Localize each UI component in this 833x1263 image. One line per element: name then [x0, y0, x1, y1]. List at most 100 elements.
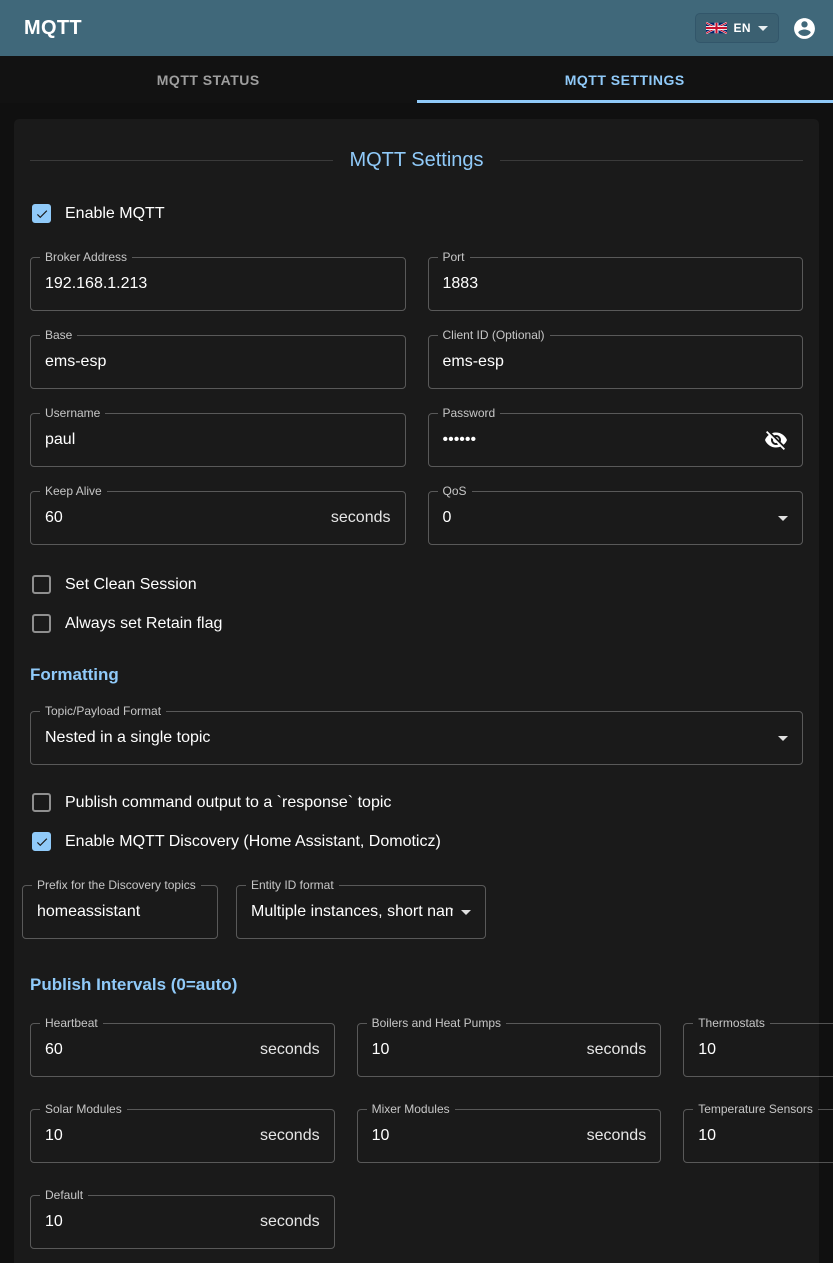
- heartbeat-label: Heartbeat: [40, 1016, 103, 1030]
- unit-label: seconds: [587, 1127, 647, 1145]
- temperature-label: Temperature Sensors: [693, 1102, 818, 1116]
- discovery-prefix-input[interactable]: [37, 903, 203, 921]
- enable-mqtt-checkbox-row[interactable]: Enable MQTT: [32, 204, 803, 223]
- default-input[interactable]: [45, 1213, 252, 1231]
- dropdown-arrow-icon: [778, 516, 788, 521]
- client-id-field[interactable]: Client ID (Optional): [428, 335, 804, 389]
- intervals-grid: Heartbeat seconds Boilers and Heat Pumps…: [30, 1023, 803, 1249]
- entity-format-label: Entity ID format: [246, 878, 339, 892]
- mixer-label: Mixer Modules: [367, 1102, 455, 1116]
- port-label: Port: [438, 250, 470, 264]
- mixer-interval-field[interactable]: Mixer Modules seconds: [357, 1109, 662, 1163]
- dropdown-arrow-icon: [778, 736, 788, 741]
- appbar-actions: EN: [695, 13, 817, 43]
- base-input[interactable]: [45, 353, 391, 371]
- settings-card: MQTT Settings Enable MQTT Broker Address…: [14, 119, 819, 1263]
- qos-label: QoS: [438, 484, 472, 498]
- tab-bar: MQTT STATUS MQTT SETTINGS: [0, 56, 833, 103]
- entity-format-select[interactable]: Entity ID format: [236, 885, 486, 939]
- keep-alive-input[interactable]: [45, 509, 323, 527]
- thermostats-interval-field[interactable]: Thermostats seconds: [683, 1023, 833, 1077]
- password-label: Password: [438, 406, 501, 420]
- heartbeat-input[interactable]: [45, 1041, 252, 1059]
- boilers-input[interactable]: [372, 1041, 579, 1059]
- discovery-prefix-field[interactable]: Prefix for the Discovery topics: [22, 885, 218, 939]
- account-icon[interactable]: [791, 15, 817, 41]
- app-bar: MQTT EN: [0, 0, 833, 56]
- enable-mqtt-label: Enable MQTT: [65, 205, 165, 223]
- divider: [30, 160, 333, 161]
- solar-label: Solar Modules: [40, 1102, 127, 1116]
- heartbeat-interval-field[interactable]: Heartbeat seconds: [30, 1023, 335, 1077]
- temperature-interval-field[interactable]: Temperature Sensors seconds: [683, 1109, 833, 1163]
- language-selector[interactable]: EN: [695, 13, 779, 43]
- unit-label: seconds: [587, 1041, 647, 1059]
- keep-alive-label: Keep Alive: [40, 484, 107, 498]
- clean-session-label: Set Clean Session: [65, 576, 197, 594]
- port-field[interactable]: Port: [428, 257, 804, 311]
- retain-flag-checkbox[interactable]: [32, 614, 51, 633]
- intervals-heading: Publish Intervals (0=auto): [30, 975, 803, 995]
- unit-label: seconds: [260, 1213, 320, 1231]
- enable-mqtt-checkbox[interactable]: [32, 204, 51, 223]
- password-input[interactable]: [443, 431, 757, 449]
- discovery-checkbox-row[interactable]: Enable MQTT Discovery (Home Assistant, D…: [32, 832, 803, 851]
- keep-alive-unit: seconds: [331, 509, 391, 527]
- topic-format-label: Topic/Payload Format: [40, 704, 166, 718]
- settings-heading: MQTT Settings: [349, 149, 483, 172]
- broker-address-field[interactable]: Broker Address: [30, 257, 406, 311]
- username-label: Username: [40, 406, 105, 420]
- port-input[interactable]: [443, 275, 789, 293]
- response-topic-label: Publish command output to a `response` t…: [65, 794, 391, 812]
- formatting-heading: Formatting: [30, 665, 803, 685]
- mixer-input[interactable]: [372, 1127, 579, 1145]
- client-id-input[interactable]: [443, 353, 789, 371]
- response-topic-checkbox[interactable]: [32, 793, 51, 812]
- unit-label: seconds: [260, 1041, 320, 1059]
- chevron-down-icon: [758, 26, 768, 31]
- discovery-fields: Prefix for the Discovery topics Entity I…: [22, 885, 803, 939]
- username-input[interactable]: [45, 431, 391, 449]
- solar-input[interactable]: [45, 1127, 252, 1145]
- password-field[interactable]: Password: [428, 413, 804, 467]
- discovery-prefix-label: Prefix for the Discovery topics: [32, 878, 201, 892]
- entity-format-value[interactable]: [251, 903, 453, 921]
- topic-format-select[interactable]: Topic/Payload Format: [30, 711, 803, 765]
- base-label: Base: [40, 328, 77, 342]
- unit-label: seconds: [260, 1127, 320, 1145]
- tab-mqtt-status[interactable]: MQTT STATUS: [0, 56, 417, 103]
- base-field[interactable]: Base: [30, 335, 406, 389]
- response-topic-checkbox-row[interactable]: Publish command output to a `response` t…: [32, 793, 803, 812]
- section-title: MQTT Settings: [30, 149, 803, 172]
- dropdown-arrow-icon: [461, 910, 471, 915]
- solar-interval-field[interactable]: Solar Modules seconds: [30, 1109, 335, 1163]
- default-label: Default: [40, 1188, 88, 1202]
- boilers-label: Boilers and Heat Pumps: [367, 1016, 506, 1030]
- broker-address-input[interactable]: [45, 275, 391, 293]
- page-title: MQTT: [24, 17, 82, 40]
- discovery-label: Enable MQTT Discovery (Home Assistant, D…: [65, 833, 441, 851]
- clean-session-checkbox[interactable]: [32, 575, 51, 594]
- tab-mqtt-settings[interactable]: MQTT SETTINGS: [417, 56, 833, 103]
- qos-value[interactable]: [443, 509, 771, 527]
- boilers-interval-field[interactable]: Boilers and Heat Pumps seconds: [357, 1023, 662, 1077]
- qos-select[interactable]: QoS: [428, 491, 804, 545]
- broker-address-label: Broker Address: [40, 250, 132, 264]
- client-id-label: Client ID (Optional): [438, 328, 550, 342]
- thermostats-input[interactable]: [698, 1041, 833, 1059]
- default-interval-field[interactable]: Default seconds: [30, 1195, 335, 1249]
- retain-flag-label: Always set Retain flag: [65, 615, 222, 633]
- clean-session-checkbox-row[interactable]: Set Clean Session: [32, 575, 803, 594]
- divider: [500, 160, 803, 161]
- keep-alive-field[interactable]: Keep Alive seconds: [30, 491, 406, 545]
- connection-fields: Broker Address Port Base Client ID (Opti…: [30, 257, 803, 545]
- retain-flag-checkbox-row[interactable]: Always set Retain flag: [32, 614, 803, 633]
- visibility-off-icon[interactable]: [764, 428, 788, 452]
- topic-format-value[interactable]: [45, 729, 770, 747]
- username-field[interactable]: Username: [30, 413, 406, 467]
- language-code: EN: [734, 21, 751, 35]
- uk-flag-icon: [706, 22, 727, 34]
- thermostats-label: Thermostats: [693, 1016, 770, 1030]
- temperature-input[interactable]: [698, 1127, 833, 1145]
- discovery-checkbox[interactable]: [32, 832, 51, 851]
